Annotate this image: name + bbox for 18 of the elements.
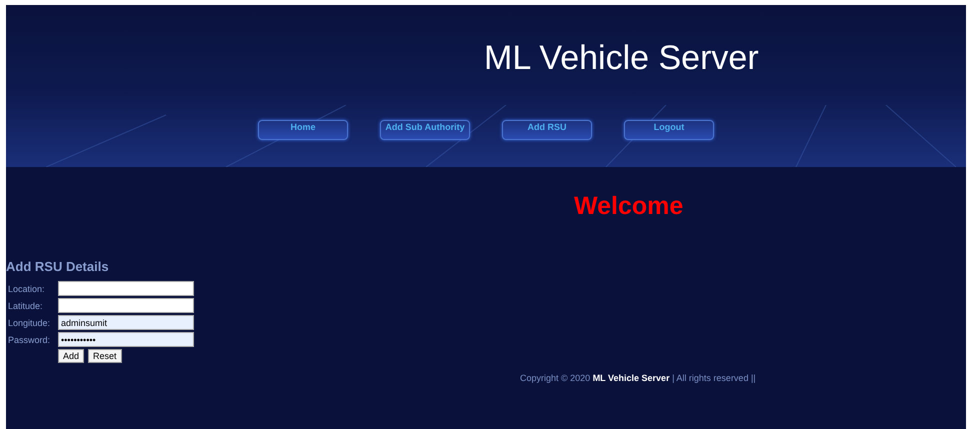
input-field[interactable]	[58, 281, 194, 296]
nav-button[interactable]: Home	[258, 120, 348, 140]
input-field[interactable]: •••••••••••	[58, 332, 194, 347]
nav-button[interactable]: Add Sub Authority	[380, 120, 470, 140]
form-button[interactable]: Reset	[88, 349, 122, 363]
field-label: Latitude:	[8, 300, 44, 310]
copyright-text: Copyright © 2020 ML Vehicle Server | All rights reserved ||	[520, 373, 756, 383]
field-label: Longitude:	[8, 318, 52, 328]
input-field[interactable]	[58, 298, 194, 313]
field-label: Location:	[8, 284, 46, 294]
field-label: Password:	[8, 334, 52, 344]
nav-button[interactable]: Logout	[624, 120, 714, 140]
form-title: Add RSU Details	[6, 259, 110, 275]
welcome-heading: Welcome	[573, 191, 684, 219]
form-button[interactable]: Add	[58, 349, 84, 363]
input-field[interactable]: adminsumit	[58, 315, 194, 330]
site-title: ML Vehicle Server	[483, 38, 760, 78]
nav-button[interactable]: Add RSU	[502, 120, 592, 140]
